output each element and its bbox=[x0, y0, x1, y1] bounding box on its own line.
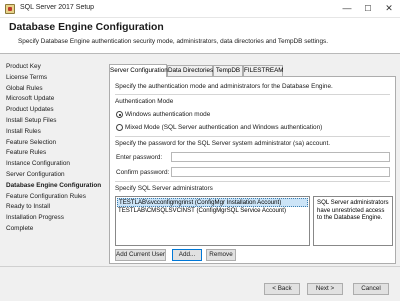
administrators-list[interactable]: TESTLAB\svcconfigmgrinst (ConfigMgr Inst… bbox=[115, 196, 310, 246]
footer-divider bbox=[0, 266, 400, 267]
divider bbox=[115, 181, 390, 182]
divider bbox=[115, 136, 390, 137]
windows-auth-radio[interactable] bbox=[116, 111, 123, 118]
windows-auth-label[interactable]: Windows authentication mode bbox=[125, 111, 210, 118]
add-button[interactable]: Add... bbox=[172, 249, 202, 261]
page-title: Database Engine Configuration bbox=[9, 22, 164, 33]
sidebar-item-installation-progress[interactable]: Installation Progress bbox=[6, 213, 110, 224]
window-titlebar: SQL Server 2017 Setup — ☐ ✕ bbox=[0, 0, 400, 18]
mixed-mode-radio[interactable] bbox=[116, 124, 123, 131]
sidebar-item-global-rules[interactable]: Global Rules bbox=[6, 84, 110, 95]
enter-password-label: Enter password: bbox=[116, 154, 163, 161]
sa-password-prompt: Specify the password for the SQL Server … bbox=[115, 140, 331, 147]
sidebar-item-feature-configuration-rules[interactable]: Feature Configuration Rules bbox=[6, 192, 110, 203]
administrators-label: Specify SQL Server administrators bbox=[115, 185, 213, 192]
sidebar-item-feature-selection[interactable]: Feature Selection bbox=[6, 138, 110, 149]
tab-data-directories[interactable]: Data Directories bbox=[167, 65, 213, 76]
maximize-button[interactable]: ☐ bbox=[358, 2, 378, 15]
close-button[interactable]: ✕ bbox=[379, 2, 399, 15]
cancel-button[interactable]: Cancel bbox=[353, 283, 389, 295]
sidebar-item-complete[interactable]: Complete bbox=[6, 224, 110, 235]
sidebar-item-install-setup-files[interactable]: Install Setup Files bbox=[6, 116, 110, 127]
sidebar-item-database-engine-configuration[interactable]: Database Engine Configuration bbox=[6, 181, 110, 192]
confirm-password-field[interactable] bbox=[171, 167, 390, 177]
panel-intro-text: Specify the authentication mode and admi… bbox=[115, 83, 333, 90]
tab-tempdb[interactable]: TempDB bbox=[213, 65, 243, 76]
sidebar-item-product-key[interactable]: Product Key bbox=[6, 62, 110, 73]
page-description: Specify Database Engine authentication s… bbox=[18, 38, 328, 45]
sql-setup-app-icon bbox=[5, 4, 15, 14]
mixed-mode-label[interactable]: Mixed Mode (SQL Server authentication an… bbox=[125, 124, 322, 131]
divider bbox=[115, 94, 390, 95]
tab-filestream[interactable]: FILESTREAM bbox=[243, 65, 284, 76]
sidebar-item-install-rules[interactable]: Install Rules bbox=[6, 127, 110, 138]
enter-password-field[interactable] bbox=[171, 152, 390, 162]
sidebar-item-feature-rules[interactable]: Feature Rules bbox=[6, 148, 110, 159]
sidebar-item-license-terms[interactable]: License Terms bbox=[6, 73, 110, 84]
window-title: SQL Server 2017 Setup bbox=[20, 4, 95, 11]
back-button[interactable]: < Back bbox=[264, 283, 300, 295]
next-button[interactable]: Next > bbox=[307, 283, 343, 295]
page-header: Database Engine Configuration Specify Da… bbox=[0, 18, 400, 54]
sidebar-item-instance-configuration[interactable]: Instance Configuration bbox=[6, 159, 110, 170]
setup-steps-sidebar: Product Key License Terms Global Rules M… bbox=[6, 62, 110, 235]
minimize-button[interactable]: — bbox=[337, 2, 357, 15]
sidebar-item-ready-to-install[interactable]: Ready to Install bbox=[6, 202, 110, 213]
sidebar-item-microsoft-update[interactable]: Microsoft Update bbox=[6, 94, 110, 105]
sidebar-item-server-configuration[interactable]: Server Configuration bbox=[6, 170, 110, 181]
administrators-info: SQL Server administrators have unrestric… bbox=[313, 196, 393, 246]
remove-button[interactable]: Remove bbox=[206, 249, 236, 261]
list-item[interactable]: TESTLAB\CMSQLSVCINST (ConfigMgrSQL Servi… bbox=[117, 207, 286, 216]
tab-server-configuration[interactable]: Server Configuration bbox=[109, 64, 168, 77]
list-item[interactable]: TESTLAB\svcconfigmgrinst (ConfigMgr Inst… bbox=[117, 198, 308, 207]
authentication-mode-label: Authentication Mode bbox=[115, 98, 174, 105]
confirm-password-label: Confirm password: bbox=[116, 169, 170, 176]
sidebar-item-product-updates[interactable]: Product Updates bbox=[6, 105, 110, 116]
add-current-user-button[interactable]: Add Current User bbox=[115, 249, 166, 261]
